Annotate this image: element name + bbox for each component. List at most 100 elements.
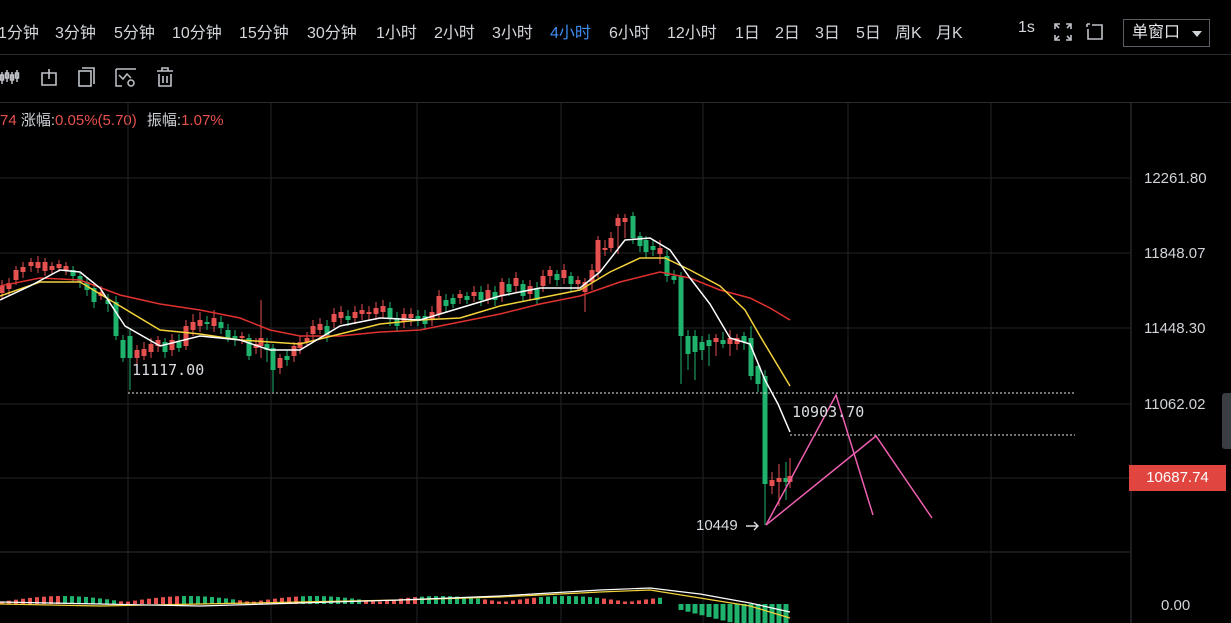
- candle: [734, 334, 740, 350]
- candle: [310, 320, 316, 340]
- candle: [366, 306, 372, 320]
- price-axis-label: 11448.30: [1144, 320, 1206, 337]
- candle: [415, 310, 421, 326]
- macd-bar: [420, 596, 424, 604]
- macd-bar: [658, 597, 662, 604]
- candle: [324, 320, 330, 342]
- macd-bar: [497, 601, 501, 604]
- candle: [183, 320, 189, 350]
- macd-bar: [203, 596, 207, 604]
- macd-bar: [371, 601, 375, 604]
- candle: [547, 266, 553, 284]
- candle: [120, 335, 126, 362]
- macd-bar: [609, 599, 613, 604]
- macd-bar: [518, 599, 522, 604]
- candle: [291, 342, 297, 362]
- candle: [91, 284, 97, 308]
- macd-bar: [776, 604, 782, 623]
- candle: [20, 262, 26, 278]
- candle: [685, 330, 691, 370]
- candle: [650, 240, 656, 256]
- candle: [492, 286, 498, 306]
- macd-bar: [581, 596, 585, 604]
- candle: [232, 330, 238, 346]
- candle: [162, 338, 168, 358]
- macd-bar: [685, 604, 691, 612]
- macd-bar: [567, 596, 571, 604]
- macd-bar: [385, 600, 389, 604]
- macd-bar: [532, 597, 536, 604]
- candle: [63, 262, 69, 275]
- macd-bar: [133, 600, 137, 604]
- candle: [622, 214, 628, 238]
- candle: [561, 264, 567, 284]
- macd-bar: [511, 600, 515, 604]
- candle: [42, 258, 48, 276]
- candle: [141, 342, 147, 360]
- candle: [169, 334, 175, 356]
- macd-bar: [126, 601, 130, 604]
- macd-bar: [741, 604, 747, 623]
- candle: [664, 250, 670, 282]
- macd-bar: [755, 604, 761, 623]
- candle: [637, 232, 643, 252]
- macd-bar: [560, 596, 564, 604]
- macd-bar: [692, 604, 698, 614]
- level-annotation-right: 10903.70: [792, 403, 865, 421]
- candle: [331, 308, 337, 328]
- macd-bar: [91, 597, 95, 604]
- macd-bar: [539, 597, 543, 604]
- candle: [485, 284, 491, 304]
- macd-bar: [720, 604, 726, 621]
- price-axis-label: 11848.07: [1144, 245, 1206, 262]
- candle: [277, 354, 283, 374]
- macd-bar: [112, 600, 116, 604]
- macd-bar: [427, 596, 431, 604]
- macd-bar: [168, 596, 172, 604]
- candle: [769, 472, 775, 494]
- candle: [373, 302, 379, 320]
- macd-bar: [504, 601, 508, 604]
- candle: [176, 334, 182, 352]
- macd-bar: [595, 597, 599, 604]
- macd-bar: [329, 596, 333, 604]
- macd-bar: [161, 597, 165, 604]
- macd-bar: [678, 604, 684, 610]
- macd-bar: [336, 597, 340, 604]
- macd-bar: [140, 599, 144, 604]
- candle: [338, 306, 344, 324]
- candle: [554, 270, 560, 286]
- candle: [49, 262, 55, 274]
- macd-bar: [105, 599, 109, 604]
- macd-bar: [21, 598, 25, 604]
- candle: [246, 334, 252, 360]
- candle: [608, 232, 614, 252]
- candlestick-chart[interactable]: [0, 0, 1231, 623]
- macd-bar: [546, 596, 550, 604]
- macd-bar: [469, 597, 473, 604]
- candle: [401, 308, 407, 328]
- macd-bar: [623, 601, 627, 604]
- macd-line: [0, 587, 791, 613]
- candle: [443, 294, 449, 312]
- macd-bar: [727, 604, 733, 623]
- price-axis-label: 12261.80: [1144, 170, 1207, 187]
- macd-bar: [84, 596, 88, 604]
- macd-bar: [525, 598, 529, 604]
- current-price-tag: 10687.74: [1129, 465, 1226, 491]
- macd-bar: [182, 596, 186, 604]
- candle: [197, 312, 203, 332]
- macd-bar: [734, 604, 740, 623]
- candle: [513, 272, 519, 292]
- macd-bar: [154, 597, 158, 604]
- macd-bar: [147, 598, 151, 604]
- candle: [239, 332, 245, 344]
- candle: [457, 290, 463, 304]
- macd-bar: [574, 596, 578, 604]
- macd-bar: [783, 604, 789, 623]
- candle: [352, 306, 358, 324]
- collapse-panel-handle[interactable]: [1222, 393, 1231, 449]
- candle: [748, 326, 754, 380]
- macd-bar: [483, 599, 487, 604]
- macd-bar: [706, 604, 712, 617]
